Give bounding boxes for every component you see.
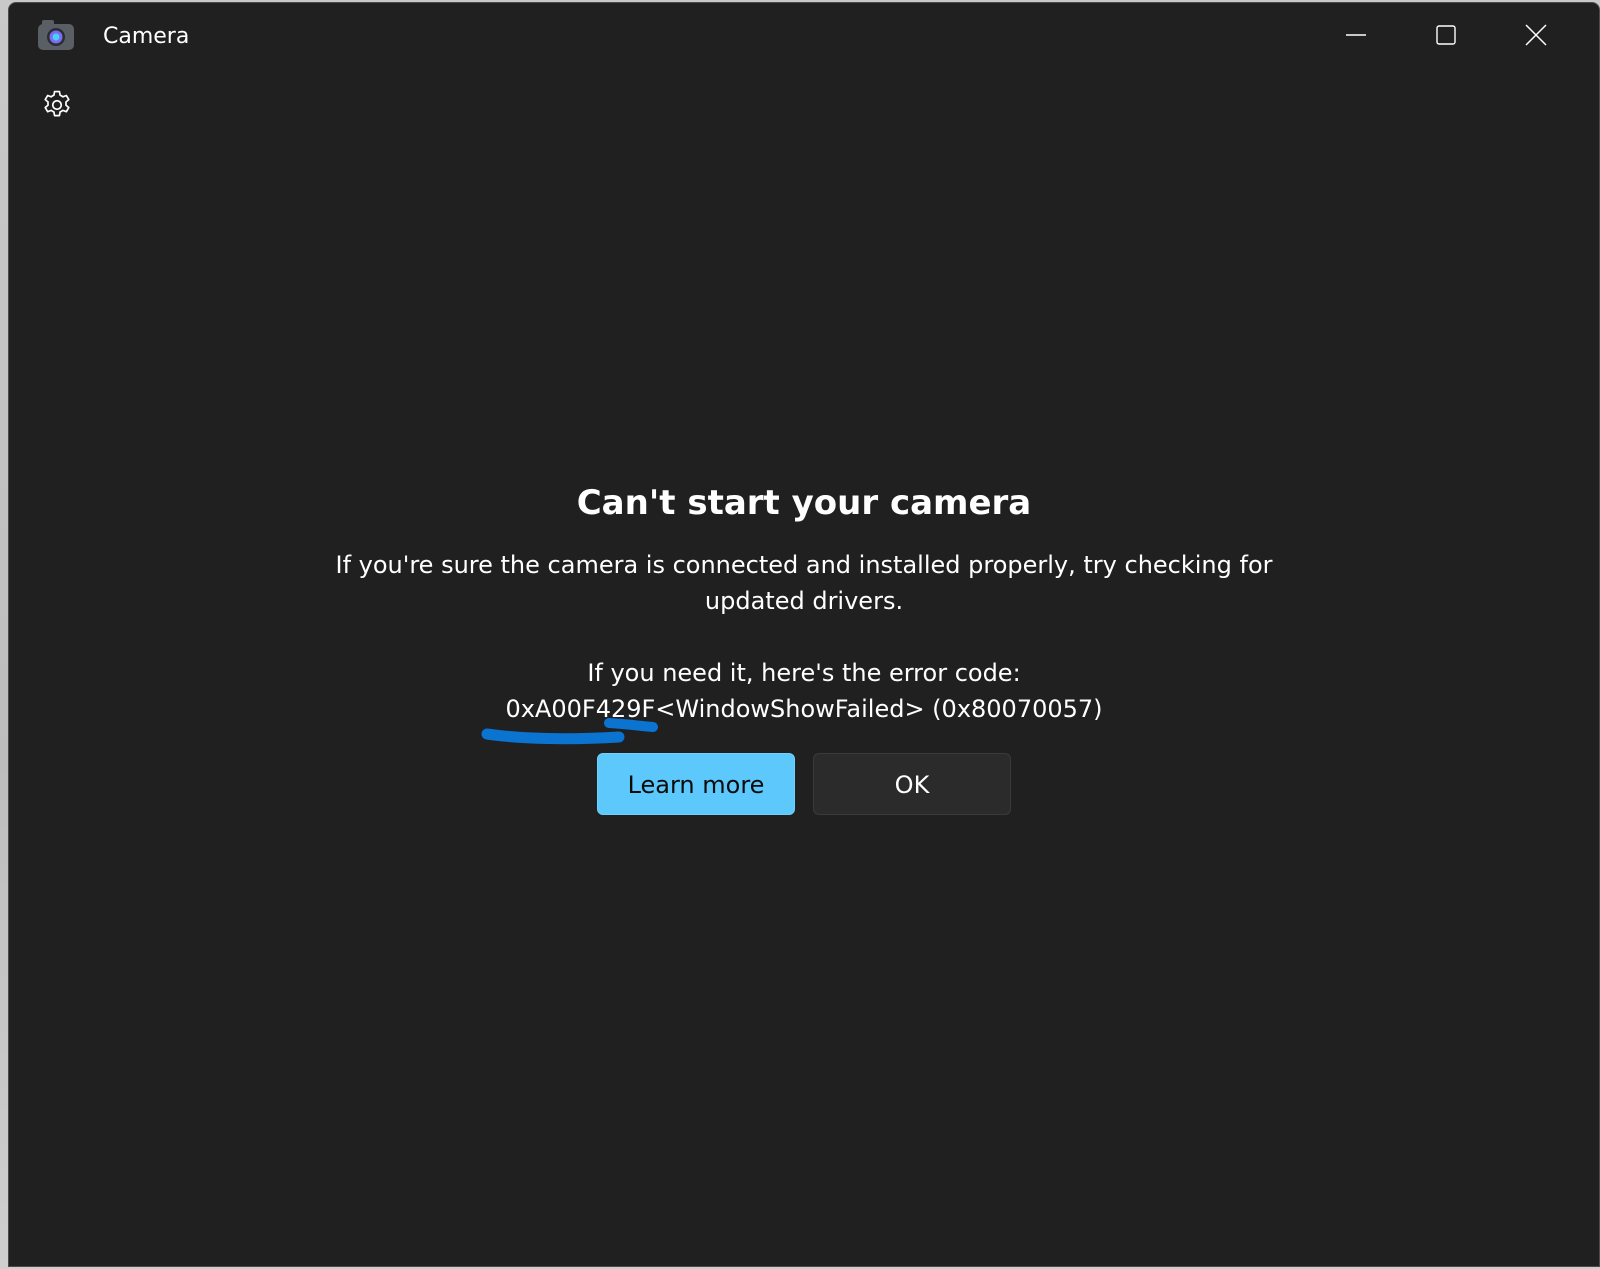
close-button[interactable] <box>1491 3 1581 67</box>
settings-button[interactable] <box>33 83 81 131</box>
maximize-button[interactable] <box>1401 3 1491 67</box>
window-title: Camera <box>103 24 190 49</box>
error-code-label: If you need it, here's the error code: <box>587 659 1021 687</box>
error-description: If you're sure the camera is connected a… <box>335 551 1273 615</box>
error-code-container: 0xA00F429F<WindowShowFailed> (0x80070057… <box>481 691 1103 745</box>
action-buttons: Learn more OK <box>9 753 1599 815</box>
camera-app-window: Camera Can't start your camera If you're… <box>8 2 1600 1267</box>
minimize-button[interactable] <box>1311 3 1401 67</box>
maximize-icon <box>1436 25 1456 45</box>
error-heading: Can't start your camera <box>576 483 1032 523</box>
title-bar[interactable]: Camera <box>9 3 1599 67</box>
error-code: 0xA00F429F<WindowShowFailed> (0x80070057… <box>505 695 1103 723</box>
gear-icon <box>40 88 74 127</box>
camera-app-icon <box>37 19 75 51</box>
minimize-icon <box>1346 25 1366 45</box>
learn-more-button[interactable]: Learn more <box>597 753 795 815</box>
ok-button[interactable]: OK <box>813 753 1011 815</box>
error-panel: Can't start your camera If you're sure t… <box>9 481 1599 815</box>
close-icon <box>1525 24 1547 46</box>
